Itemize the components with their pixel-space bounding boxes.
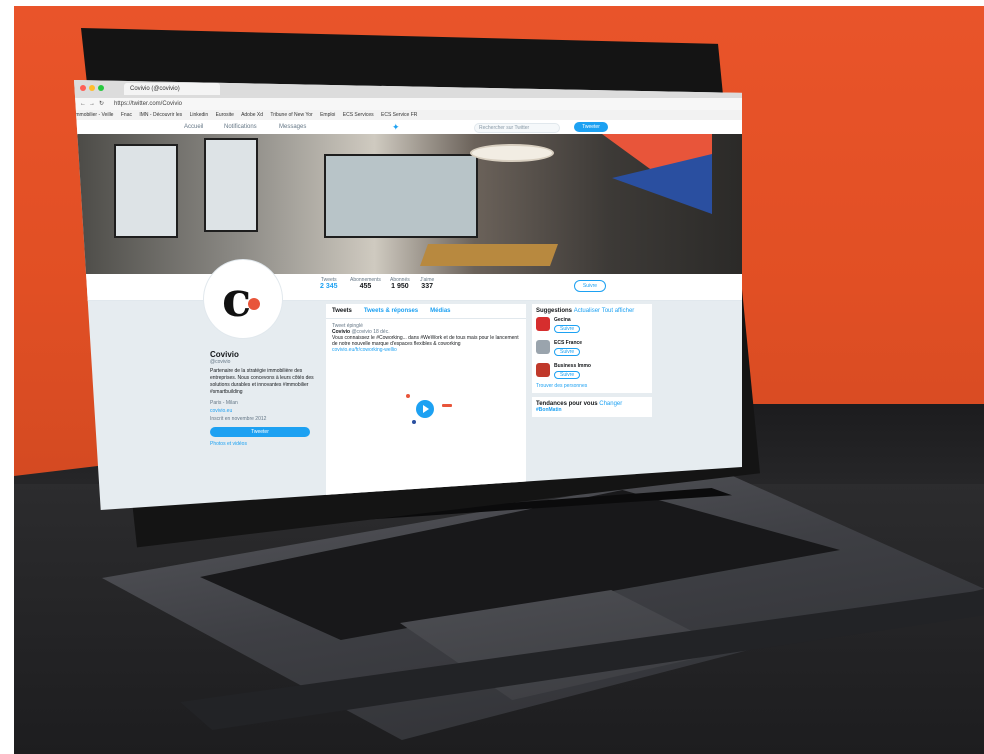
nav-home[interactable]: Accueil [184,120,203,134]
bookmark[interactable]: Immobilier - Veille [74,112,113,118]
back-icon[interactable]: ← [80,98,86,110]
trend-item[interactable]: #BonMatin [536,407,648,413]
bookmark[interactable]: Emploi [320,112,335,118]
profile-stats-bar: Tweets 2 345 Abonnements 455 Abonnés 1 950 … [74,274,742,301]
video-decoration [412,420,416,424]
banner-window [324,154,478,238]
reload-icon[interactable]: ↻ [99,98,104,110]
follow-button[interactable]: Suivre [574,280,606,292]
profile-handle: @covivio [210,359,231,365]
suggestion-item: Gecina Suivre [536,317,648,337]
avatar[interactable]: c [204,260,282,338]
website-link[interactable]: covivio.eu [210,407,320,415]
suggestions-title: Suggestions [536,308,573,314]
suggestion-item: Business Immo Suivre [536,363,648,383]
stat-likes[interactable]: J'aime 337 [420,277,434,290]
tab-media[interactable]: Médias [430,308,450,314]
stat-tweets[interactable]: Tweets 2 345 [320,277,338,290]
suggestion-avatar[interactable] [536,340,550,354]
profile-name: Covivio [210,350,239,359]
refresh-link[interactable]: Actualiser [574,308,600,314]
suggestions-box: Suggestions Actualiser Tout afficher Gec… [532,304,652,393]
banner-window [114,144,178,238]
bookmark[interactable]: ECS Service FR [381,112,417,118]
laptop-screen: Covivio (@covivio) ← → ↻ https://twitter… [74,80,742,510]
maximize-window-icon[interactable] [98,85,104,91]
right-sidebar: Suggestions Actualiser Tout afficher Gec… [532,304,652,504]
trends-box: Tendances pour vous Changer #BonMatin [532,397,652,417]
video-decoration [442,404,452,407]
bookmark[interactable]: Eurosite [216,112,234,118]
suggestion-name[interactable]: Business Immo [554,363,591,369]
stat-following[interactable]: Abonnements 455 [350,277,381,290]
bookmarks-bar: Immobilier - Veille Fnac IMN - Découvrir… [74,110,742,120]
tab-tweets[interactable]: Tweets [332,308,352,314]
nav-notifications[interactable]: Notifications [224,120,257,134]
stat-followers[interactable]: Abonnés 1 950 [390,277,410,290]
url-text: https://twitter.com/Covivio [114,101,183,107]
bookmark[interactable]: Fnac [121,112,132,118]
nav-messages[interactable]: Messages [279,120,306,134]
minimize-window-icon[interactable] [89,85,95,91]
suggestion-follow-button[interactable]: Suivre [554,325,581,333]
view-all-link[interactable]: Tout afficher [602,308,635,314]
banner-lamp [470,144,554,162]
bookmark[interactable]: ECS Services [343,112,374,118]
address-bar[interactable]: ← → ↻ https://twitter.com/Covivio [74,98,742,110]
suggestion-name[interactable]: Gecina [554,317,571,323]
timeline: Tweets Tweets & réponses Médias Tweet épin… [326,304,526,504]
tweet-text: Vous connaissez le #Coworking... dans #W… [332,335,519,347]
close-window-icon[interactable] [80,85,86,91]
suggestion-name[interactable]: ECS France [554,340,582,346]
tab-replies[interactable]: Tweets & réponses [364,308,418,314]
bookmark[interactable]: Adobe Xd [241,112,263,118]
suggestion-follow-button[interactable]: Suivre [554,348,581,356]
banner-table [419,244,559,266]
profile-banner [74,134,742,274]
photos-link[interactable]: Photos et vidéos [210,441,320,447]
video-play-icon[interactable] [416,400,434,418]
bookmark[interactable]: Tribune of New Yor [270,112,312,118]
nav-tweet-button[interactable]: Tweeter [574,122,608,132]
scene: Covivio (@covivio) ← → ↻ https://twitter… [0,0,984,754]
search-input[interactable]: Rechercher sur Twitter [474,123,560,133]
banner-window [204,138,258,232]
suggestion-avatar[interactable] [536,363,550,377]
twitter-nav: Accueil Notifications Messages ✦ Recherc… [74,120,742,135]
browser-tab[interactable]: Covivio (@covivio) [124,83,220,95]
covivio-logo: c [222,272,252,328]
suggestion-item: ECS France Suivre [536,340,648,360]
twitter-bird-icon[interactable]: ✦ [392,120,400,134]
bookmark[interactable]: Linkedin [190,112,209,118]
suggestion-avatar[interactable] [536,317,550,331]
timeline-tabs: Tweets Tweets & réponses Médias [326,304,526,319]
pinned-tweet[interactable]: Tweet épinglé Covivio @covivio 18 déc. V… [326,319,526,357]
joined-date: Inscrit en novembre 2012 [210,416,267,422]
tweet-link[interactable]: covivio.eu/fr/coworking-wellio [332,347,520,353]
profile-tweet-button[interactable]: Tweeter [210,427,310,437]
profile-sidebar: Covivio @covivio Partenaire de la straté… [210,350,320,510]
find-people-link[interactable]: Trouver des personnes [536,383,648,389]
forward-icon[interactable]: → [89,98,95,110]
trends-change-link[interactable]: Changer [599,401,622,407]
suggestion-follow-button[interactable]: Suivre [554,371,581,379]
logo-dot [248,298,260,310]
location-text: Paris - Milan [210,400,238,406]
video-decoration [406,394,410,398]
profile-bio: Partenaire de la stratégie immobilière d… [210,368,314,395]
bookmark[interactable]: IMN - Découvrir les [139,112,182,118]
